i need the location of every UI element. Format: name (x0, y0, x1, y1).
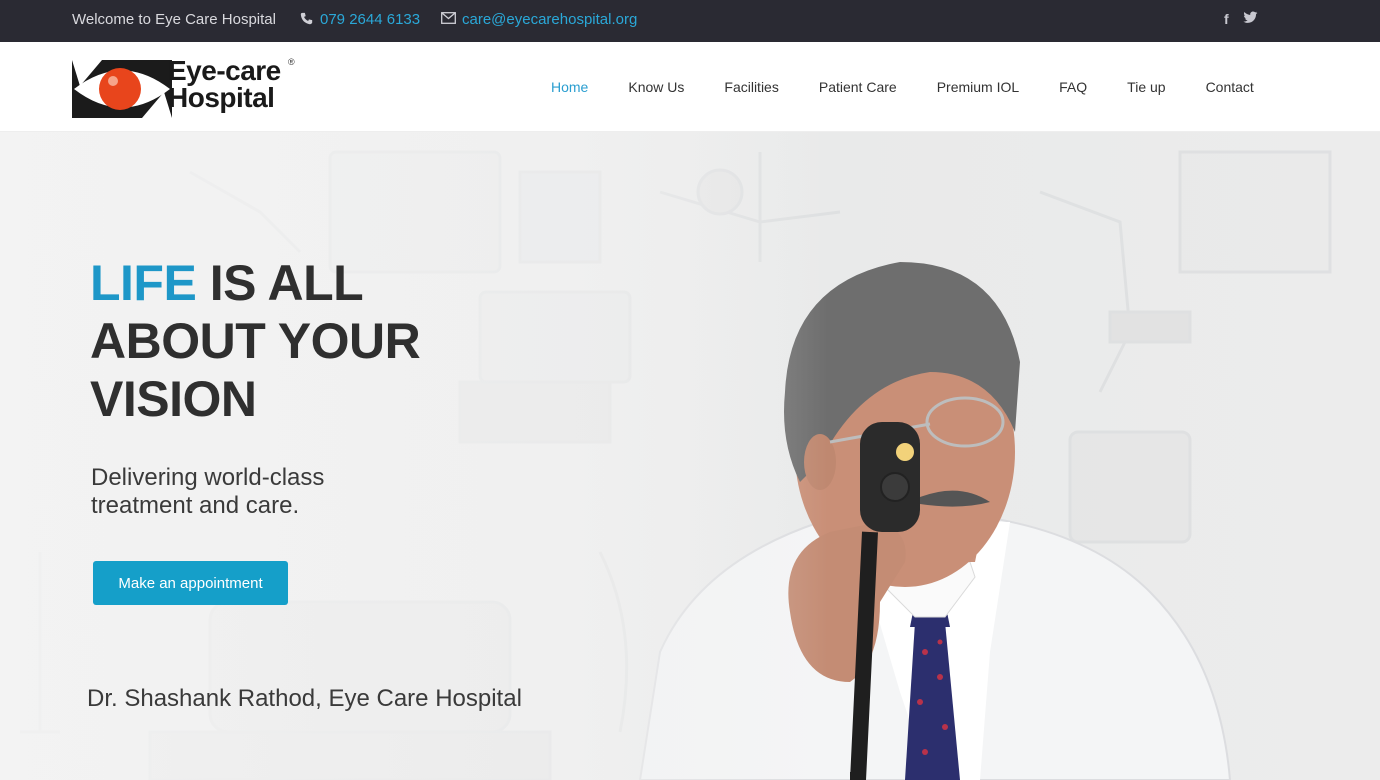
make-appointment-button[interactable]: Make an appointment (93, 561, 288, 605)
hero-background-image (0, 132, 1380, 780)
phone-number[interactable]: 079 2644 6133 (320, 11, 420, 28)
nav-item-faq[interactable]: FAQ (1059, 79, 1087, 95)
email-address[interactable]: care@eyecarehospital.org (462, 11, 637, 28)
nav-item-patient-care[interactable]: Patient Care (819, 79, 897, 95)
headline-part-1: IS ALL (196, 255, 364, 311)
email-contact[interactable]: care@eyecarehospital.org (441, 11, 637, 28)
twitter-icon[interactable] (1243, 11, 1258, 27)
site-header: Eye-care Hospital ® Home Know Us Facilit… (0, 42, 1380, 132)
nav-item-tie-up[interactable]: Tie up (1127, 79, 1165, 95)
headline-part-3: VISION (90, 371, 257, 427)
nav-item-know-us[interactable]: Know Us (628, 79, 684, 95)
logo-line-2: Hospital (168, 82, 275, 113)
main-nav: Home Know Us Facilities Patient Care Pre… (551, 79, 1294, 95)
eye-logo-icon (72, 60, 172, 118)
welcome-text: Welcome to Eye Care Hospital (72, 11, 276, 28)
doctor-caption: Dr. Shashank Rathod, Eye Care Hospital (87, 685, 522, 712)
registered-mark: ® (288, 57, 295, 67)
nav-item-contact[interactable]: Contact (1206, 79, 1254, 95)
headline-part-2: ABOUT YOUR (90, 313, 421, 369)
social-links: f (1224, 11, 1258, 27)
hero-subtitle: Delivering world-class treatment and car… (91, 464, 325, 519)
phone-contact[interactable]: 079 2644 6133 (300, 11, 420, 28)
nav-item-home[interactable]: Home (551, 79, 588, 95)
facebook-icon[interactable]: f (1224, 11, 1229, 27)
phone-icon (300, 12, 313, 28)
logo-wordmark: Eye-care Hospital (168, 57, 281, 113)
site-logo[interactable]: Eye-care Hospital ® (72, 57, 297, 119)
hero-section: LIFE IS ALL ABOUT YOUR VISION Delivering… (0, 132, 1380, 780)
nav-item-facilities[interactable]: Facilities (724, 79, 778, 95)
headline-accent: LIFE (90, 255, 197, 311)
top-bar: Welcome to Eye Care Hospital 079 2644 61… (0, 0, 1380, 42)
hero-headline: LIFE IS ALL ABOUT YOUR VISION (90, 254, 421, 428)
mail-icon (441, 12, 456, 27)
nav-item-premium-iol[interactable]: Premium IOL (937, 79, 1019, 95)
